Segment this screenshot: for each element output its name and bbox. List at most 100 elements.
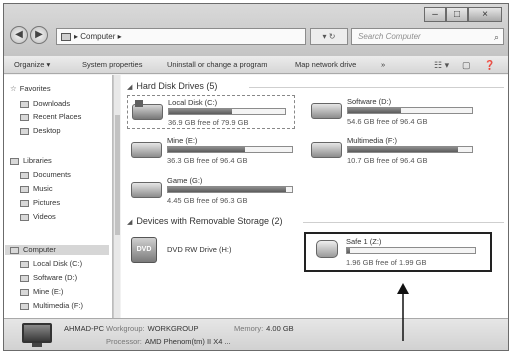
drive-icon bbox=[20, 260, 29, 268]
sidebar-item-recent-places[interactable]: Recent Places bbox=[20, 112, 81, 122]
windows-drive-icon bbox=[132, 100, 163, 120]
drive-free-space: 1.96 GB free of 1.99 GB bbox=[346, 258, 427, 267]
sidebar-item-favorites[interactable]: ☆ Favorites bbox=[10, 84, 51, 94]
refresh-button[interactable]: ▾ ↻ bbox=[310, 28, 348, 45]
drive-g[interactable]: Game (G:) 4.45 GB free of 96.3 GB bbox=[127, 174, 299, 208]
drive-free-space: 36.9 GB free of 79.9 GB bbox=[168, 118, 249, 127]
drive-usage-bar bbox=[167, 146, 293, 153]
view-options-icon[interactable]: ☷ ▾ bbox=[434, 57, 449, 74]
sidebar-item-libraries[interactable]: Libraries bbox=[10, 156, 52, 166]
computer-icon bbox=[20, 323, 56, 349]
content-pane: ◢ Hard Disk Drives (5) Local Disk (C:) 36… bbox=[121, 75, 508, 318]
sidebar-item-label: Local Disk (C:) bbox=[33, 259, 83, 268]
drive-icon bbox=[20, 302, 29, 310]
drive-e[interactable]: Mine (E:) 36.3 GB free of 96.4 GB bbox=[127, 134, 299, 168]
maximize-button[interactable]: □ bbox=[446, 7, 468, 22]
drive-usage-bar bbox=[347, 107, 473, 114]
libraries-icon bbox=[10, 157, 19, 165]
hard-drive-icon bbox=[131, 182, 162, 198]
drive-free-space: 36.3 GB free of 96.4 GB bbox=[167, 156, 248, 165]
details-pane: AHMAD-PC Workgroup: WORKGROUP Memory: 4.00… bbox=[4, 318, 508, 350]
sidebar-item-label: Mine (E:) bbox=[33, 287, 64, 296]
title-bar: – □ × ◀ ▶ ▸ Computer ▸ ▾ ↻ Search Comput… bbox=[4, 4, 508, 56]
collapse-icon[interactable]: ◢ bbox=[127, 219, 132, 226]
sidebar-item-local-disk[interactable]: Local Disk (C:) bbox=[20, 259, 82, 269]
forward-button[interactable]: ▶ bbox=[30, 26, 48, 44]
sidebar-item-music[interactable]: Music bbox=[20, 184, 53, 194]
group-header-removable[interactable]: ◢ Devices with Removable Storage (2) bbox=[127, 216, 282, 226]
window-controls: – □ × bbox=[424, 7, 502, 22]
back-button[interactable]: ◀ bbox=[10, 26, 28, 44]
sidebar-item-computer[interactable]: Computer bbox=[5, 245, 109, 255]
preview-pane-icon[interactable]: ▢ bbox=[462, 57, 471, 74]
sidebar-item-label: Computer bbox=[23, 245, 56, 254]
collapse-icon[interactable]: ◢ bbox=[127, 84, 132, 91]
sidebar-item-downloads[interactable]: Downloads bbox=[20, 99, 70, 109]
sidebar-item-label: Documents bbox=[33, 170, 71, 179]
computer-icon bbox=[61, 32, 71, 41]
drive-usage-fill bbox=[348, 147, 459, 152]
group-header-hard-disks[interactable]: ◢ Hard Disk Drives (5) bbox=[127, 81, 217, 91]
drive-name: Game (G:) bbox=[167, 176, 203, 185]
search-placeholder: Search Computer bbox=[358, 32, 421, 41]
explorer-window: – □ × ◀ ▶ ▸ Computer ▸ ▾ ↻ Search Comput… bbox=[3, 3, 509, 351]
close-button[interactable]: × bbox=[468, 7, 502, 22]
command-bar: Organize ▾ System properties Uninstall o… bbox=[4, 56, 508, 74]
system-properties-button[interactable]: System properties bbox=[82, 56, 142, 73]
pictures-icon bbox=[20, 199, 29, 207]
sidebar-item-label: Videos bbox=[33, 212, 56, 221]
annotation-arrow bbox=[397, 283, 409, 341]
hard-drive-icon bbox=[311, 142, 342, 158]
address-text: ▸ Computer ▸ bbox=[74, 32, 122, 41]
organize-button[interactable]: Organize ▾ bbox=[14, 56, 50, 73]
sidebar-item-documents[interactable]: Documents bbox=[20, 170, 71, 180]
drive-z-usb[interactable]: Safe 1 (Z:) 1.96 GB free of 1.99 GB bbox=[304, 232, 492, 272]
drive-free-space: 54.6 GB free of 96.4 GB bbox=[347, 117, 428, 126]
address-bar[interactable]: ▸ Computer ▸ bbox=[56, 28, 306, 45]
drive-name: Mine (E:) bbox=[167, 136, 198, 145]
music-icon bbox=[20, 185, 29, 193]
drive-name: Safe 1 (Z:) bbox=[346, 237, 382, 246]
drive-usage-bar bbox=[168, 108, 286, 115]
sidebar-item-label: Downloads bbox=[33, 99, 71, 108]
scrollbar-thumb[interactable] bbox=[115, 115, 120, 235]
drive-usage-bar bbox=[167, 186, 293, 193]
sidebar-item-software[interactable]: Software (D:) bbox=[20, 273, 77, 283]
documents-icon bbox=[20, 171, 29, 179]
drive-f[interactable]: Multimedia (F:) 10.7 GB free of 96.4 GB bbox=[307, 134, 479, 168]
drive-name: Software (D:) bbox=[347, 97, 392, 106]
drive-d[interactable]: Software (D:) 54.6 GB free of 96.4 GB bbox=[307, 95, 479, 129]
sidebar-item-pictures[interactable]: Pictures bbox=[20, 198, 60, 208]
navigation-pane: ☆ Favorites Downloads Recent Places Deskt… bbox=[4, 75, 113, 318]
sidebar-item-mine[interactable]: Mine (E:) bbox=[20, 287, 63, 297]
workgroup-info: Workgroup: WORKGROUP bbox=[106, 324, 199, 333]
drive-usage-fill bbox=[347, 248, 350, 253]
computer-icon bbox=[10, 246, 19, 254]
drive-h-dvd[interactable]: DVD DVD RW Drive (H:) bbox=[127, 233, 299, 267]
navigation-buttons: ◀ ▶ bbox=[10, 26, 50, 44]
more-commands-button[interactable]: » bbox=[381, 56, 385, 73]
minimize-button[interactable]: – bbox=[424, 7, 446, 22]
hard-drive-icon bbox=[131, 142, 162, 158]
drive-usage-fill bbox=[168, 187, 286, 192]
drive-usage-fill bbox=[168, 147, 245, 152]
map-network-drive-button[interactable]: Map network drive bbox=[295, 56, 356, 73]
uninstall-program-button[interactable]: Uninstall or change a program bbox=[167, 56, 267, 73]
drive-usage-bar bbox=[346, 247, 476, 254]
help-icon[interactable]: ❓ bbox=[484, 57, 495, 74]
search-icon[interactable]: ⌕ bbox=[494, 30, 499, 45]
sidebar-scrollbar[interactable] bbox=[113, 75, 120, 318]
sidebar-item-desktop[interactable]: Desktop bbox=[20, 126, 61, 136]
hard-drive-icon bbox=[311, 103, 342, 119]
drive-name: Local Disk (C:) bbox=[168, 98, 218, 107]
videos-icon bbox=[20, 213, 29, 221]
sidebar-item-label: Software (D:) bbox=[33, 273, 78, 282]
sidebar-item-videos[interactable]: Videos bbox=[20, 212, 56, 222]
drive-c[interactable]: Local Disk (C:) 36.9 GB free of 79.9 GB bbox=[127, 95, 295, 129]
drive-usage-fill bbox=[169, 109, 232, 114]
sidebar-item-multimedia[interactable]: Multimedia (F:) bbox=[20, 301, 83, 311]
search-input[interactable]: Search Computer ⌕ bbox=[351, 28, 504, 45]
group-title: Devices with Removable Storage (2) bbox=[136, 216, 283, 226]
sidebar-item-label: Libraries bbox=[23, 156, 52, 165]
drive-name: Multimedia (F:) bbox=[347, 136, 398, 145]
